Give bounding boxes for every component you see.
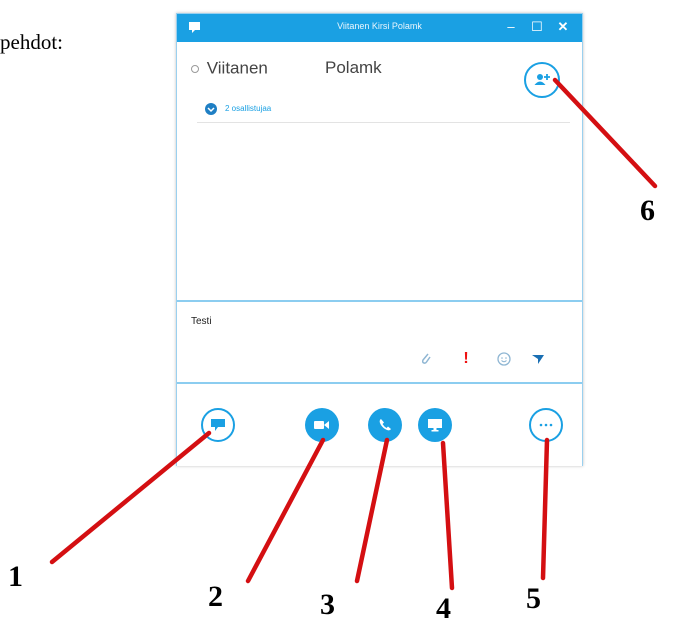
annotation-label-1: 1 [8,560,23,593]
arrow-6 [552,77,658,189]
annotation-label-4: 4 [436,592,451,625]
arrow-3 [354,437,390,584]
annotation-arrows [49,77,658,591]
annotation-label-2: 2 [208,580,223,613]
annotation-label-5: 5 [526,582,541,615]
arrow-4 [440,440,455,591]
arrow-5 [540,437,550,581]
annotation-label-6: 6 [640,194,655,227]
annotation-label-3: 3 [320,588,335,621]
arrow-1 [49,430,212,565]
arrow-2 [245,437,326,584]
